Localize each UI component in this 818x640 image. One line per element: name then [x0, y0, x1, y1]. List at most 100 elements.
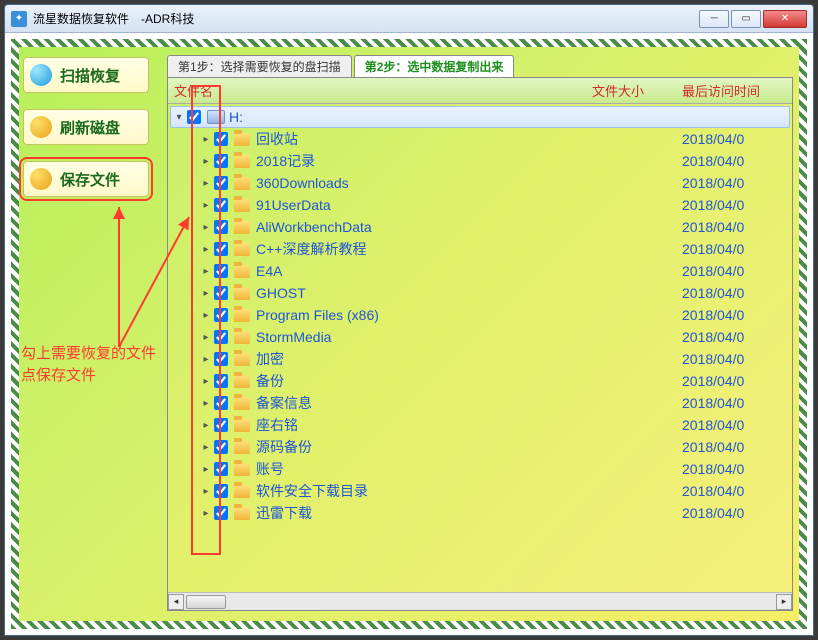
refresh-disk-button[interactable]: 刷新磁盘 [23, 109, 149, 145]
expand-icon[interactable]: ▸ [200, 288, 212, 299]
table-row[interactable]: ▸Program Files (x86)2018/04/0 [168, 304, 792, 326]
maximize-button[interactable]: ▭ [731, 10, 761, 28]
table-row[interactable]: ▸2018记录2018/04/0 [168, 150, 792, 172]
file-name: 加密 [256, 349, 592, 369]
expand-icon[interactable]: ▸ [200, 486, 212, 497]
table-row[interactable]: ▸源码备份2018/04/0 [168, 436, 792, 458]
file-name: 备份 [256, 371, 592, 391]
drive-row[interactable]: ▾ H: [170, 106, 790, 128]
file-name: 迅雷下载 [256, 503, 592, 523]
scroll-left-icon[interactable]: ◂ [168, 594, 184, 610]
drive-icon [207, 110, 225, 124]
expand-icon[interactable]: ▸ [200, 376, 212, 387]
save-file-button[interactable]: 保存文件 [23, 161, 149, 197]
row-checkbox[interactable] [214, 220, 228, 234]
row-checkbox[interactable] [214, 506, 228, 520]
row-checkbox[interactable] [214, 440, 228, 454]
expand-icon[interactable]: ▸ [200, 156, 212, 167]
expand-icon[interactable]: ▸ [200, 310, 212, 321]
folder-icon [234, 441, 250, 454]
tab-step2[interactable]: 第2步：选中数据复制出来 [354, 55, 515, 77]
expand-icon[interactable]: ▸ [200, 244, 212, 255]
expand-icon[interactable]: ▸ [200, 464, 212, 475]
row-checkbox[interactable] [214, 396, 228, 410]
expand-icon[interactable]: ▸ [200, 332, 212, 343]
file-name: E4A [256, 263, 592, 279]
expand-icon[interactable]: ▸ [200, 178, 212, 189]
tabs: 第1步：选择需要恢复的盘扫描 第2步：选中数据复制出来 [167, 53, 793, 77]
row-checkbox[interactable] [214, 330, 228, 344]
sidebar: 扫描恢复 刷新磁盘 保存文件 [19, 47, 159, 621]
drive-label: H: [229, 109, 243, 125]
folder-icon [234, 419, 250, 432]
expand-icon[interactable]: ▸ [200, 398, 212, 409]
row-checkbox[interactable] [214, 462, 228, 476]
close-button[interactable]: ✕ [763, 10, 807, 28]
expand-icon[interactable]: ▸ [200, 222, 212, 233]
col-size[interactable]: 文件大小 [592, 81, 682, 100]
tree-area[interactable]: ▾ H: ▸回收站2018/04/0▸2018记录2018/04/0▸360Do… [168, 104, 792, 592]
table-row[interactable]: ▸91UserData2018/04/0 [168, 194, 792, 216]
collapse-icon[interactable]: ▾ [173, 112, 185, 123]
folder-icon [234, 221, 250, 234]
col-time[interactable]: 最后访问时间 [682, 81, 792, 100]
folder-icon [234, 199, 250, 212]
expand-icon[interactable]: ▸ [200, 266, 212, 277]
titlebar[interactable]: ✦ 流星数据恢复软件 -ADR科技 ─ ▭ ✕ [5, 5, 813, 33]
file-time: 2018/04/0 [682, 241, 792, 257]
table-row[interactable]: ▸E4A2018/04/0 [168, 260, 792, 282]
expand-icon[interactable]: ▸ [200, 134, 212, 145]
expand-icon[interactable]: ▸ [200, 354, 212, 365]
file-time: 2018/04/0 [682, 461, 792, 477]
table-row[interactable]: ▸账号2018/04/0 [168, 458, 792, 480]
row-checkbox[interactable] [214, 286, 228, 300]
expand-icon[interactable]: ▸ [200, 420, 212, 431]
refresh-label: 刷新磁盘 [60, 117, 120, 138]
folder-icon [234, 397, 250, 410]
table-row[interactable]: ▸座右铭2018/04/0 [168, 414, 792, 436]
table-row[interactable]: ▸AliWorkbenchData2018/04/0 [168, 216, 792, 238]
app-window: ✦ 流星数据恢复软件 -ADR科技 ─ ▭ ✕ 扫描恢复 刷新磁盘 保存 [4, 4, 814, 636]
tab-step1[interactable]: 第1步：选择需要恢复的盘扫描 [167, 55, 352, 77]
main-panel: 第1步：选择需要恢复的盘扫描 第2步：选中数据复制出来 文件名 文件大小 最后访… [159, 47, 799, 621]
table-row[interactable]: ▸迅雷下载2018/04/0 [168, 502, 792, 524]
row-checkbox[interactable] [214, 418, 228, 432]
table-row[interactable]: ▸GHOST2018/04/0 [168, 282, 792, 304]
row-checkbox[interactable] [214, 176, 228, 190]
row-checkbox[interactable] [214, 374, 228, 388]
expand-icon[interactable]: ▸ [200, 200, 212, 211]
minimize-button[interactable]: ─ [699, 10, 729, 28]
row-checkbox[interactable] [214, 154, 228, 168]
row-checkbox[interactable] [214, 484, 228, 498]
horizontal-scrollbar[interactable]: ◂ ▸ [168, 592, 792, 610]
row-checkbox[interactable] [214, 132, 228, 146]
expand-icon[interactable]: ▸ [200, 508, 212, 519]
table-row[interactable]: ▸备份2018/04/0 [168, 370, 792, 392]
col-name[interactable]: 文件名 [168, 81, 592, 100]
scan-recover-button[interactable]: 扫描恢复 [23, 57, 149, 93]
drive-checkbox[interactable] [187, 110, 201, 124]
expand-icon[interactable]: ▸ [200, 442, 212, 453]
folder-icon [234, 177, 250, 190]
table-row[interactable]: ▸加密2018/04/0 [168, 348, 792, 370]
scroll-thumb[interactable] [186, 595, 226, 609]
row-checkbox[interactable] [214, 352, 228, 366]
folder-icon [234, 265, 250, 278]
file-time: 2018/04/0 [682, 219, 792, 235]
scroll-right-icon[interactable]: ▸ [776, 594, 792, 610]
row-checkbox[interactable] [214, 308, 228, 322]
file-name: 软件安全下载目录 [256, 481, 592, 501]
row-checkbox[interactable] [214, 198, 228, 212]
table-row[interactable]: ▸StormMedia2018/04/0 [168, 326, 792, 348]
table-row[interactable]: ▸C++深度解析教程2018/04/0 [168, 238, 792, 260]
row-checkbox[interactable] [214, 242, 228, 256]
star-icon [30, 168, 52, 190]
row-checkbox[interactable] [214, 264, 228, 278]
table-row[interactable]: ▸回收站2018/04/0 [168, 128, 792, 150]
file-name: 360Downloads [256, 175, 592, 191]
file-name: StormMedia [256, 329, 592, 345]
table-row[interactable]: ▸ 软件安全下载目录 2018/04/0 [168, 480, 792, 502]
file-time: 2018/04/0 [682, 483, 792, 499]
table-row[interactable]: ▸备案信息2018/04/0 [168, 392, 792, 414]
table-row[interactable]: ▸360Downloads2018/04/0 [168, 172, 792, 194]
